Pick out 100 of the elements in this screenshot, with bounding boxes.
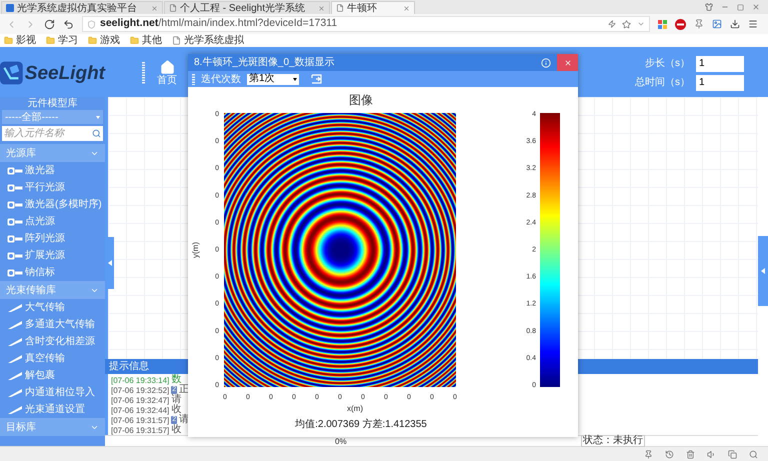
component-item[interactable]: 钠信标 xyxy=(25,265,55,280)
log-message: 请 xyxy=(179,415,190,425)
component-item[interactable]: 阵列光源 xyxy=(25,231,65,246)
browser-tab[interactable]: 牛顿环 xyxy=(331,1,415,14)
lightning-icon[interactable] xyxy=(608,20,616,28)
component-item[interactable]: 光束通道设置 xyxy=(25,402,85,417)
iteration-label: 迭代次数 xyxy=(201,72,241,86)
close-icon xyxy=(564,58,572,66)
close-icon[interactable] xyxy=(752,3,760,11)
search-icon[interactable] xyxy=(92,129,101,138)
component-icon xyxy=(7,370,23,380)
window-icon[interactable] xyxy=(728,450,737,458)
close-button[interactable] xyxy=(557,54,578,71)
log-time: [07-06 19:32:52] xyxy=(111,386,170,394)
component-item[interactable]: 真空传输 xyxy=(25,351,65,366)
page-icon xyxy=(336,4,344,12)
close-tab-icon[interactable] xyxy=(318,4,325,12)
section-header[interactable]: 光束传输库 xyxy=(0,281,105,299)
close-tab-icon[interactable] xyxy=(151,4,158,12)
category-select[interactable]: -----全部----- xyxy=(2,110,103,124)
pin-icon[interactable] xyxy=(644,450,653,458)
export-icon[interactable] xyxy=(311,74,322,84)
pin-icon[interactable] xyxy=(694,19,704,29)
component-item[interactable]: 激光器(多模时序) xyxy=(25,197,102,212)
skin-icon[interactable] xyxy=(705,3,713,11)
log-message: 收 xyxy=(171,425,182,435)
home-button[interactable]: 首页 xyxy=(157,60,177,86)
component-item[interactable]: 内通道相位导入 xyxy=(25,385,95,400)
bookmark-link[interactable]: 学习 xyxy=(58,35,78,46)
caret-icon xyxy=(96,116,100,118)
bookmark-link[interactable]: 游戏 xyxy=(100,35,120,46)
folder-icon xyxy=(4,36,13,45)
chart-title: 图像 xyxy=(349,93,373,107)
axis-title: y(m) xyxy=(191,242,200,258)
number-field[interactable]: 1 xyxy=(696,56,744,72)
dialog-title: 8.牛顿环_光斑图像_0_数据显示 xyxy=(194,56,336,70)
section-header[interactable]: 目标库 xyxy=(0,418,105,436)
component-icon xyxy=(7,404,23,414)
collapse-arrow-icon xyxy=(761,268,765,274)
bookmark-link[interactable]: 影视 xyxy=(16,35,36,46)
undo-icon[interactable] xyxy=(63,18,74,30)
collapse-handle[interactable] xyxy=(758,236,768,306)
statistics-text: 均值:2.007369 方差:1.412355 xyxy=(295,419,427,430)
url-text: seelight.net/html/main/index.html?deviceId=17311 xyxy=(100,16,338,32)
drag-handle-icon[interactable] xyxy=(192,74,195,84)
info-title: 提示信息 xyxy=(109,360,149,374)
log-time: [07-06 19:32:44] xyxy=(111,406,170,414)
component-icon xyxy=(7,218,23,226)
shield-icon xyxy=(87,20,96,28)
page-icon xyxy=(169,4,177,12)
component-icon xyxy=(7,320,23,330)
log-message: 数 xyxy=(171,375,182,385)
collapse-handle[interactable] xyxy=(105,237,114,289)
axis-title: x(m) xyxy=(347,404,363,413)
component-item[interactable]: 点光源 xyxy=(25,214,55,229)
field-label: 步长（s） xyxy=(645,56,690,71)
number-field[interactable]: 1 xyxy=(696,74,744,90)
bookmark-star-icon[interactable] xyxy=(622,20,631,28)
reload-icon[interactable] xyxy=(44,18,55,30)
history-icon[interactable] xyxy=(665,450,674,458)
bookmark-link[interactable]: 其他 xyxy=(142,35,162,46)
address-field[interactable]: seelight.net/html/main/index.html?deviceId=17311 xyxy=(82,16,650,32)
component-item[interactable]: 解包裹 xyxy=(25,368,55,383)
close-tab-icon[interactable] xyxy=(403,4,410,12)
zoom-icon[interactable] xyxy=(749,450,758,458)
image-icon[interactable] xyxy=(712,19,722,29)
download-icon[interactable] xyxy=(730,19,740,29)
bookmark-link[interactable]: 光学系统虚拟 xyxy=(184,35,244,46)
component-icon xyxy=(7,252,23,260)
progress-text: 0% xyxy=(335,436,347,446)
page-icon xyxy=(172,36,181,45)
menu-icon[interactable] xyxy=(748,19,758,29)
component-item[interactable]: 多通道大气传输 xyxy=(25,317,95,332)
field-label: 总时间（s） xyxy=(635,76,690,90)
ad-block-icon[interactable] xyxy=(675,18,686,30)
component-item[interactable]: 扩展光源 xyxy=(25,248,65,263)
caret-icon xyxy=(293,78,297,80)
component-icon xyxy=(7,166,23,174)
search-field[interactable]: 输入元件名称 xyxy=(2,126,103,141)
log-time: [07-06 19:33:14] xyxy=(111,376,170,384)
apps-grid-icon[interactable] xyxy=(658,20,667,28)
drag-handle-icon[interactable] xyxy=(142,62,145,84)
log-message: 请 xyxy=(171,395,182,405)
info-icon[interactable] xyxy=(541,58,551,68)
log-message: 收 xyxy=(171,405,182,415)
trash-icon[interactable] xyxy=(686,450,695,458)
component-item[interactable]: 含时变化相差源 xyxy=(25,334,95,349)
log-message: 正 xyxy=(179,385,190,395)
component-icon xyxy=(7,336,23,346)
component-item[interactable]: 平行光源 xyxy=(25,180,65,195)
component-icon xyxy=(7,268,23,276)
speaker-icon[interactable] xyxy=(707,450,716,458)
component-item[interactable]: 激光器 xyxy=(25,163,55,178)
dropdown-icon[interactable] xyxy=(637,20,645,28)
maximize-icon[interactable] xyxy=(737,4,744,10)
home-icon xyxy=(160,60,174,75)
component-icon xyxy=(7,302,23,312)
iteration-select[interactable]: 第1次 xyxy=(247,74,299,84)
component-item[interactable]: 大气传输 xyxy=(25,300,65,315)
section-header[interactable]: 光源库 xyxy=(0,144,105,162)
